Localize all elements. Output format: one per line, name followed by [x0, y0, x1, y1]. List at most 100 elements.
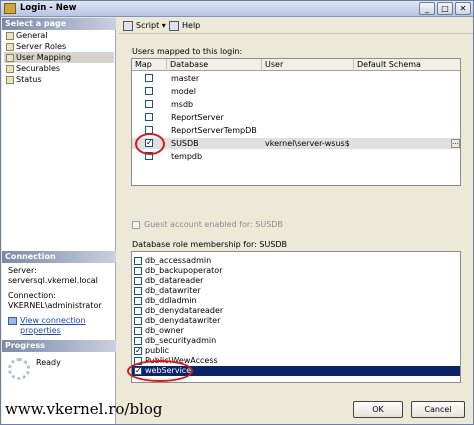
- table-row[interactable]: tempdb: [132, 151, 460, 162]
- role-checkbox[interactable]: [134, 277, 142, 285]
- role-label: db_datawriter: [145, 286, 201, 295]
- cancel-button[interactable]: Cancel: [411, 401, 465, 418]
- help-button[interactable]: Help: [169, 20, 200, 32]
- toolbar: Script ▾ Help: [119, 18, 473, 34]
- role-checkbox[interactable]: [134, 317, 142, 325]
- role-label: db_securityadmin: [145, 336, 217, 345]
- login-window: Login - New _ □ ✕ Select a page General …: [0, 0, 474, 425]
- minimize-button[interactable]: _: [419, 2, 435, 15]
- guest-checkbox: [132, 221, 140, 229]
- connection-properties-text: View connection properties: [20, 316, 86, 335]
- page-general[interactable]: General: [4, 30, 114, 41]
- user-cell[interactable]: vkernel\server-wsus$: [265, 138, 350, 149]
- left-panel: Select a page General Server Roles User …: [2, 18, 116, 424]
- select-page-header: Select a page: [2, 18, 116, 30]
- page-icon: [6, 43, 14, 51]
- schema-browse-button[interactable]: ...: [451, 139, 460, 148]
- list-item[interactable]: ✓ public: [132, 346, 460, 356]
- role-label: db_backupoperator: [145, 266, 223, 275]
- database-cell: SUSDB: [171, 139, 199, 148]
- role-label: db_denydatawriter: [145, 316, 221, 325]
- role-label: db_accessadmin: [145, 256, 212, 265]
- progress-header: Progress: [2, 340, 116, 352]
- page-icon: [6, 65, 14, 73]
- page-label: Status: [16, 75, 42, 84]
- role-checkbox[interactable]: [134, 267, 142, 275]
- grid-header: Map Database User Default Schema: [132, 59, 460, 71]
- login-window-icon: [4, 3, 16, 14]
- map-checkbox[interactable]: [145, 87, 153, 95]
- map-checkbox[interactable]: [145, 74, 153, 82]
- page-label: General: [16, 31, 48, 40]
- list-item[interactable]: db_denydatawriter: [132, 316, 460, 326]
- table-row[interactable]: msdb: [132, 99, 460, 110]
- column-default-schema[interactable]: Default Schema: [354, 59, 460, 71]
- progress-status: Ready: [36, 358, 61, 367]
- table-row[interactable]: ReportServerTempDB: [132, 125, 460, 136]
- role-checkbox[interactable]: [134, 327, 142, 335]
- role-checkbox[interactable]: [134, 297, 142, 305]
- list-item[interactable]: db_datareader: [132, 276, 460, 286]
- ok-button[interactable]: OK: [353, 401, 403, 418]
- page-icon: [6, 32, 14, 40]
- title-bar[interactable]: Login - New _ □ ✕: [1, 1, 473, 17]
- page-label: User Mapping: [16, 53, 72, 62]
- map-checkbox[interactable]: [145, 100, 153, 108]
- page-icon: [6, 76, 14, 84]
- users-mapped-label: Users mapped to this login:: [132, 47, 243, 56]
- role-checkbox[interactable]: [134, 337, 142, 345]
- database-cell: model: [171, 87, 196, 96]
- page-securables[interactable]: Securables: [4, 63, 114, 74]
- role-label: public: [145, 346, 170, 355]
- database-cell: ReportServer: [171, 113, 224, 122]
- table-row[interactable]: master: [132, 73, 460, 84]
- guest-account-option: Guest account enabled for: SUSDB: [132, 220, 283, 229]
- highlight-circle: [127, 360, 193, 382]
- role-label: db_denydatareader: [145, 306, 224, 315]
- table-row[interactable]: ReportServer: [132, 112, 460, 123]
- connection-value: VKERNEL\administrator: [8, 301, 102, 310]
- page-icon: [6, 54, 14, 62]
- list-item[interactable]: db_accessadmin: [132, 256, 460, 266]
- list-item[interactable]: db_denydatareader: [132, 306, 460, 316]
- database-cell: master: [171, 74, 200, 83]
- script-label: Script: [136, 21, 160, 30]
- connection-label: Connection:: [8, 291, 56, 300]
- role-checkbox[interactable]: [134, 307, 142, 315]
- database-cell: ReportServerTempDB: [171, 126, 257, 135]
- guest-label: Guest account enabled for: SUSDB: [144, 220, 283, 229]
- column-database[interactable]: Database: [167, 59, 262, 71]
- role-membership-label: Database role membership for: SUSDB: [132, 240, 288, 249]
- script-button[interactable]: Script ▾: [123, 20, 166, 32]
- window-title: Login - New: [20, 3, 77, 13]
- list-item[interactable]: db_securityadmin: [132, 336, 460, 346]
- page-server-roles[interactable]: Server Roles: [4, 41, 114, 52]
- role-label: db_ddladmin: [145, 296, 197, 305]
- column-user[interactable]: User: [262, 59, 354, 71]
- list-item[interactable]: db_ddladmin: [132, 296, 460, 306]
- view-connection-properties-link[interactable]: View connection properties: [8, 316, 115, 336]
- role-checkbox-checked[interactable]: ✓: [134, 347, 142, 355]
- page-label: Securables: [16, 64, 61, 73]
- list-item[interactable]: db_datawriter: [132, 286, 460, 296]
- table-row[interactable]: model: [132, 86, 460, 97]
- role-label: db_datareader: [145, 276, 204, 285]
- table-row-selected[interactable]: ✓ SUSDB vkernel\server-wsus$ ...: [132, 138, 460, 149]
- highlight-circle: [135, 133, 165, 155]
- map-checkbox[interactable]: [145, 113, 153, 121]
- script-icon: [123, 21, 133, 31]
- dialog-button-bar: OK Cancel: [119, 389, 473, 425]
- database-cell: msdb: [171, 100, 194, 109]
- page-status[interactable]: Status: [4, 74, 114, 85]
- maximize-button[interactable]: □: [437, 2, 453, 15]
- chevron-down-icon[interactable]: ▾: [162, 21, 166, 30]
- page-user-mapping[interactable]: User Mapping: [4, 52, 114, 63]
- list-item[interactable]: db_owner: [132, 326, 460, 336]
- role-checkbox[interactable]: [134, 287, 142, 295]
- role-checkbox[interactable]: [134, 257, 142, 265]
- list-item[interactable]: db_backupoperator: [132, 266, 460, 276]
- column-map[interactable]: Map: [132, 59, 167, 71]
- close-button[interactable]: ✕: [455, 2, 471, 15]
- users-mapped-grid[interactable]: Map Database User Default Schema master …: [131, 58, 461, 186]
- server-value: serversql.vkernel.local: [8, 276, 98, 285]
